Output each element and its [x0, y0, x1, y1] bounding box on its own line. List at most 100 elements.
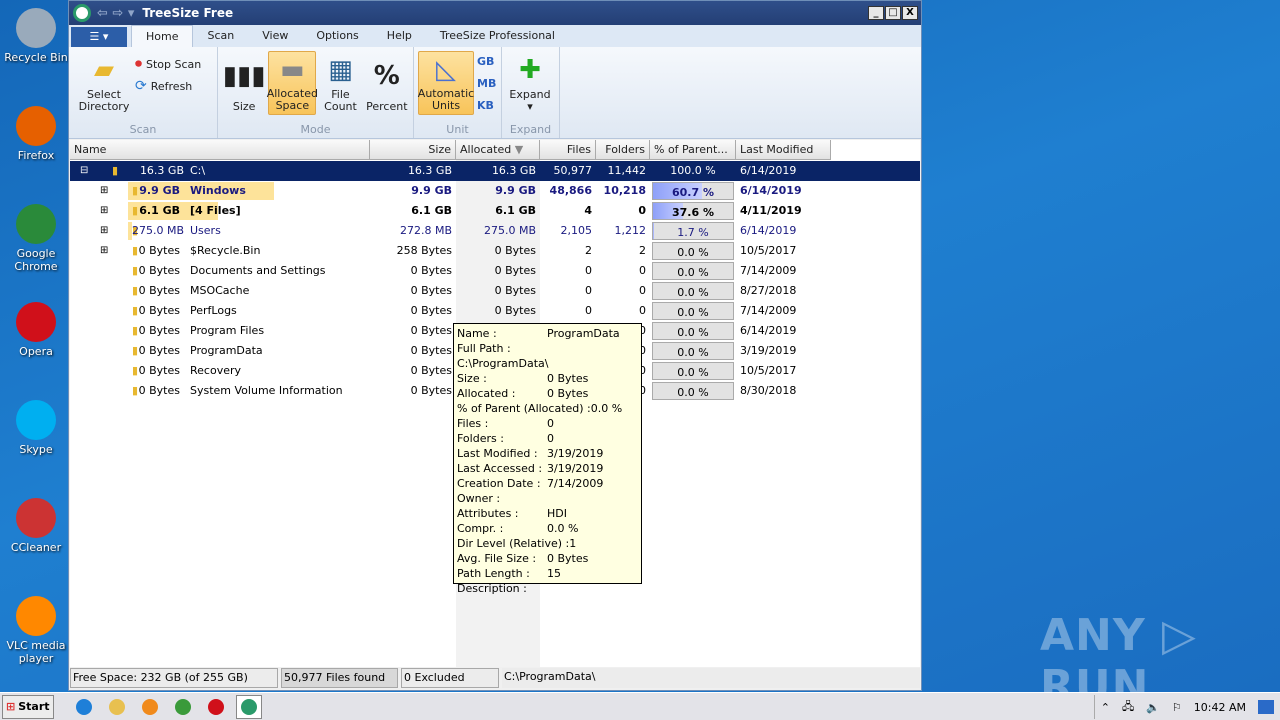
table-row[interactable]: ▮ 0 Bytes Documents and Settings 0 Bytes… [70, 261, 920, 281]
tab-options[interactable]: Options [302, 25, 372, 47]
tab-view[interactable]: View [248, 25, 302, 47]
tab-scan[interactable]: Scan [193, 25, 248, 47]
table-row[interactable]: ⊞ ▮ 0 Bytes $Recycle.Bin 258 Bytes 0 Byt… [70, 241, 920, 261]
treesize-taskbar-button[interactable] [236, 694, 262, 719]
tab-home[interactable]: Home [131, 25, 194, 47]
desktop-icon[interactable]: Google Chrome [4, 204, 68, 273]
expand-toggle[interactable] [96, 301, 104, 321]
expand-toggle[interactable] [96, 261, 104, 281]
column-header-percent[interactable]: % of Parent... [650, 140, 736, 160]
column-header-allocated[interactable]: Allocated ▼ [456, 140, 540, 160]
table-row[interactable]: ⊞ ▮ 9.9 GB Windows 9.9 GB 9.9 GB 48,866 … [70, 181, 920, 201]
table-row[interactable]: ▮ 0 Bytes MSOCache 0 Bytes 0 Bytes 0 0 0… [70, 281, 920, 301]
column-header-files[interactable]: Files [540, 140, 596, 160]
tooltip-line: Last Accessed :3/19/2019 [457, 462, 604, 475]
table-row[interactable]: ⊞ ▮ 6.1 GB [4 Files] 6.1 GB 6.1 GB 4 0 3… [70, 201, 920, 221]
expand-toggle[interactable] [96, 381, 104, 401]
tooltip-line: Dir Level (Relative) :1 [457, 537, 577, 550]
triangle-ruler-icon: ◺ [436, 55, 456, 85]
column-header-last-modified[interactable]: Last Modified [736, 140, 831, 160]
explorer-taskbar-button[interactable] [104, 695, 130, 719]
internet-explorer-taskbar-button[interactable] [71, 695, 97, 719]
percent-bar: 0.0 % [652, 362, 734, 380]
app-icon [16, 400, 56, 440]
column-header-folders[interactable]: Folders [596, 140, 650, 160]
explorer-icon [109, 698, 125, 715]
select-directory-button[interactable]: ▰ Select Directory [73, 51, 135, 115]
percent-bar: 60.7 % [652, 182, 734, 200]
expand-toggle[interactable] [96, 321, 104, 341]
media-player-taskbar-button[interactable] [137, 695, 163, 719]
percent-bar: 37.6 % [652, 202, 734, 220]
tooltip-line: Size :0 Bytes [457, 372, 589, 385]
opera-taskbar-button[interactable] [203, 695, 229, 719]
gb-unit-button[interactable]: GB [477, 51, 496, 73]
refresh-button[interactable]: ⟳ Refresh [135, 75, 201, 97]
chrome-taskbar-button[interactable] [170, 695, 196, 719]
percent-bar: 0.0 % [652, 262, 734, 280]
current-path-status: C:\ProgramData\ [502, 668, 920, 688]
expand-toggle[interactable] [96, 281, 104, 301]
windows-logo-icon: ⊞ [6, 700, 16, 713]
network-icon[interactable]: 🖧 [1122, 698, 1134, 717]
expand-toggle[interactable]: ⊞ [96, 221, 112, 241]
mb-unit-button[interactable]: MB [477, 73, 496, 95]
desktop-icon[interactable]: Skype [4, 400, 68, 456]
tab-help[interactable]: Help [373, 25, 426, 47]
desktop-icon[interactable]: VLC media player [4, 596, 68, 665]
back-forward-icon[interactable]: ⇦ ⇨ ▾ [97, 6, 134, 21]
desktop-icon[interactable]: CCleaner [4, 498, 68, 554]
expand-toggle[interactable]: ⊞ [96, 181, 112, 201]
app-icon [16, 204, 56, 244]
show-desktop-button[interactable] [1258, 700, 1274, 714]
start-button[interactable]: ⊞ Start [2, 694, 54, 719]
clock[interactable]: 10:42 AM [1194, 701, 1246, 714]
close-button[interactable]: X [902, 6, 918, 20]
tooltip-line: Avg. File Size :0 Bytes [457, 552, 589, 565]
table-row[interactable]: ▮ 0 Bytes PerfLogs 0 Bytes 0 Bytes 0 0 0… [70, 301, 920, 321]
stop-scan-button[interactable]: ⏺ Stop Scan [135, 53, 201, 75]
app-icon [16, 596, 56, 636]
maximize-button[interactable]: □ [885, 6, 901, 20]
file-menu-button[interactable]: ☰ ▾ [71, 27, 127, 47]
expand-toggle[interactable]: ⊞ [96, 201, 112, 221]
tab-treesize-professional[interactable]: TreeSize Professional [426, 25, 569, 47]
item-name: C:\ [190, 164, 206, 177]
treesize-app-icon[interactable] [73, 4, 91, 22]
refresh-icon: ⟳ [135, 78, 147, 94]
file-count-mode-button[interactable]: ▦ File Count [318, 51, 362, 115]
percent-mode-button[interactable]: % Percent [365, 51, 409, 115]
minimize-button[interactable]: _ [868, 6, 884, 20]
percent-bar: 0.0 % [652, 302, 734, 320]
table-row[interactable]: ⊟ ▮ 16.3 GB C:\ 16.3 GB 16.3 GB 50,977 1… [70, 161, 920, 181]
item-name: PerfLogs [190, 304, 237, 317]
expand-toggle[interactable] [96, 341, 104, 361]
desktop-icon[interactable]: Recycle Bin [4, 8, 68, 64]
desktop-icon[interactable]: Firefox [4, 106, 68, 162]
item-name: ProgramData [190, 344, 263, 357]
expand-button[interactable]: ✚ Expand ▾ [506, 51, 554, 115]
window-title: TreeSize Free [142, 6, 234, 20]
tooltip-line: Files :0 [457, 417, 554, 430]
desktop-icon[interactable]: Opera [4, 302, 68, 358]
column-header-size[interactable]: Size [370, 140, 456, 160]
tooltip-line: Description : [457, 582, 527, 595]
size-mode-button[interactable]: ▮▮▮ Size [222, 51, 266, 115]
expand-toggle[interactable]: ⊟ [76, 161, 92, 181]
item-name: MSOCache [190, 284, 250, 297]
percent-bar: 0.0 % [652, 322, 734, 340]
table-row[interactable]: ⊞ ▮ 275.0 MB Users 272.8 MB 275.0 MB 2,1… [70, 221, 920, 241]
automatic-units-button[interactable]: ◺ Automatic Units [418, 51, 474, 115]
allocated-space-mode-button[interactable]: ▬ Allocated Space [267, 51, 318, 115]
column-header-name[interactable]: Name [70, 140, 370, 160]
expand-toggle[interactable] [96, 361, 104, 381]
tooltip-line: Full Path :C:\ProgramData\ [457, 342, 549, 370]
action-center-flag-icon[interactable]: ⚐ [1172, 701, 1182, 714]
show-hidden-icons-icon[interactable]: ⌃ [1101, 701, 1110, 714]
volume-icon[interactable]: 🔈 [1146, 701, 1160, 714]
kb-unit-button[interactable]: KB [477, 95, 496, 117]
percent-bar: 1.7 % [652, 222, 734, 240]
expand-toggle[interactable]: ⊞ [96, 241, 112, 261]
item-name: Users [190, 224, 221, 237]
tooltip-line: Last Modified :3/19/2019 [457, 447, 604, 460]
